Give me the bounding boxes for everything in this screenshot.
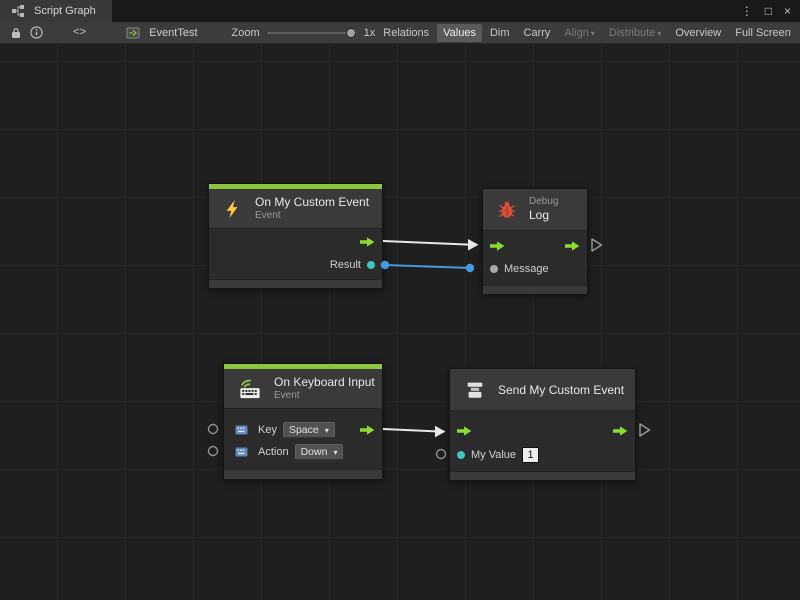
graph-name-label: EventTest xyxy=(149,27,197,39)
graph-asset: EventTest xyxy=(122,26,197,40)
edge-value-result-to-message xyxy=(381,261,474,272)
distribute-label: Distribute xyxy=(609,27,655,39)
window-maximize-button[interactable]: □ xyxy=(765,5,772,17)
edit-source-button[interactable]: <> xyxy=(73,27,86,39)
chevron-down-icon: ▾ xyxy=(657,29,661,38)
toolbar-buttons: Relations Values Dim Carry Align▾ Distri… xyxy=(375,24,797,42)
window-close-button[interactable]: × xyxy=(784,5,791,17)
edge-flow-customevent-to-log xyxy=(383,239,479,251)
expand-triangle-log[interactable] xyxy=(592,239,602,251)
tab-title: Script Graph xyxy=(34,5,96,17)
unconnected-port-my-value[interactable] xyxy=(437,450,446,459)
graph-asset-icon xyxy=(126,26,140,40)
dim-button[interactable]: Dim xyxy=(484,24,516,42)
window-controls: ⋮ □ × xyxy=(741,0,800,22)
zoom-label: Zoom xyxy=(232,27,260,39)
carry-button[interactable]: Carry xyxy=(518,24,557,42)
align-button[interactable]: Align▾ xyxy=(558,24,600,42)
overview-button[interactable]: Overview xyxy=(669,24,727,42)
relations-button[interactable]: Relations xyxy=(377,24,435,42)
chevron-down-icon: ▾ xyxy=(591,29,595,38)
unconnected-port-key[interactable] xyxy=(209,425,218,434)
window-tab-bar: Script Graph ⋮ □ × xyxy=(0,0,800,22)
window-menu-button[interactable]: ⋮ xyxy=(741,5,753,17)
zoom-value: 1x xyxy=(364,27,376,39)
values-button[interactable]: Values xyxy=(437,24,482,42)
info-icon[interactable] xyxy=(30,26,43,39)
expand-triangle-send[interactable] xyxy=(640,424,650,436)
align-label: Align xyxy=(564,27,588,39)
fullscreen-button[interactable]: Full Screen xyxy=(729,24,797,42)
graph-toolbar: <> EventTest Zoom 1x Relations Values Di… xyxy=(0,22,800,44)
edge-flow-keyboard-to-send xyxy=(383,426,446,438)
graph-canvas[interactable]: On My Custom Event Event Result xyxy=(0,44,800,600)
tab-script-graph[interactable]: Script Graph xyxy=(0,0,112,22)
zoom-slider[interactable] xyxy=(267,32,357,34)
lock-icon[interactable] xyxy=(10,27,22,39)
distribute-button[interactable]: Distribute▾ xyxy=(603,24,667,42)
zoom-slider-knob[interactable] xyxy=(346,28,356,38)
unconnected-port-action[interactable] xyxy=(209,447,218,456)
script-graph-icon xyxy=(12,5,24,17)
zoom-control: Zoom 1x xyxy=(232,27,376,39)
graph-edges-overlay xyxy=(0,44,800,600)
